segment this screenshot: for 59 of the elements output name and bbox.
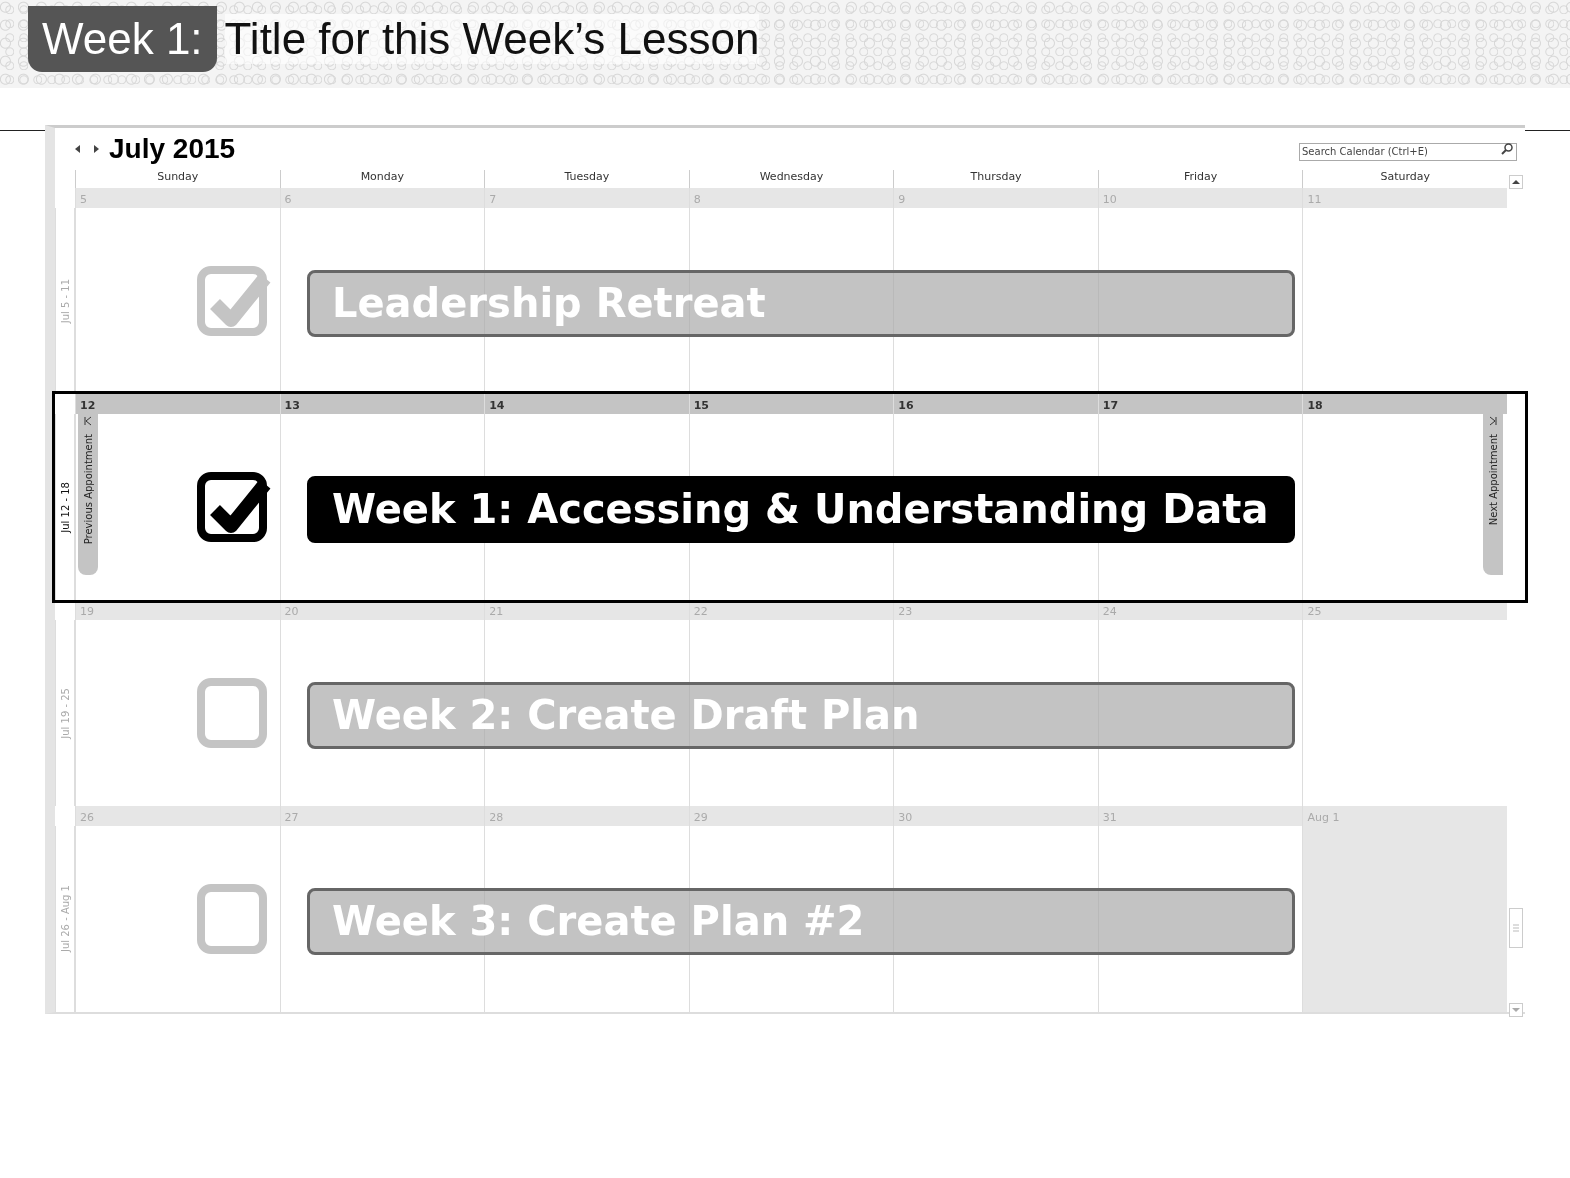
day-cell[interactable]: 11	[1302, 188, 1507, 394]
day-cell[interactable]: Aug 1	[1302, 806, 1507, 1012]
week-row[interactable]: Jul 19 - 25 19 20 21 22 23 24 25 Week 2: Create Draft Plan	[55, 600, 1525, 806]
date-number: Aug 1	[1306, 810, 1341, 826]
date-number: 12	[79, 398, 97, 414]
date-number: 5	[79, 192, 88, 208]
last-arrow-icon	[1488, 416, 1498, 426]
date-number: 24	[1101, 604, 1118, 620]
date-number: 19	[79, 604, 95, 620]
week-row[interactable]: Jul 5 - 11 5 6 7 8 9 10 11 Leadership Retreat	[55, 188, 1525, 394]
date-number: 14	[488, 398, 506, 414]
date-number: 29	[692, 810, 709, 826]
event-bar[interactable]: Week 1: Accessing & Understanding Data	[307, 475, 1295, 543]
next-appointment-tab[interactable]: Next Appointment	[1483, 412, 1503, 575]
previous-arrow-icon[interactable]	[73, 143, 83, 155]
date-number: 13	[283, 398, 301, 414]
day-cell[interactable]: 25	[1302, 600, 1507, 806]
date-number: 7	[488, 192, 498, 208]
day-cell[interactable]: 5	[75, 188, 280, 394]
date-number: 15	[692, 398, 710, 414]
search-field[interactable]: Search Calendar (Ctrl+E)	[1299, 142, 1517, 161]
date-number: 30	[897, 810, 914, 826]
slide-title: Title for this Week’s Lesson	[224, 14, 760, 64]
date-number: 25	[1306, 604, 1323, 620]
date-number: 23	[897, 604, 914, 620]
date-number: 8	[692, 192, 702, 208]
date-number: 11	[1306, 192, 1323, 208]
previous-appointment-tab[interactable]: Previous Appointment	[78, 412, 98, 575]
event-bar[interactable]: Leadership Retreat	[307, 269, 1295, 337]
date-number: 6	[283, 192, 293, 208]
next-arrow-icon[interactable]	[91, 143, 101, 155]
date-number: 17	[1101, 398, 1120, 414]
date-number: 18	[1306, 398, 1324, 414]
day-cell[interactable]: 26	[75, 806, 280, 1012]
date-number: 28	[488, 810, 505, 826]
week-range-label: Jul 26 - Aug 1	[59, 885, 71, 953]
date-number: 9	[897, 192, 907, 208]
first-arrow-icon	[83, 416, 93, 426]
date-number: 10	[1101, 192, 1118, 208]
week-row[interactable]: Jul 12 - 18 12 13 14 15 16 17 18 Week 1: Accessing & Understanding Data Previous Appointment Next Appointment	[55, 394, 1525, 600]
week-badge: Week 1:	[28, 6, 217, 72]
event-bar[interactable]: Week 3: Create Plan #2	[307, 887, 1295, 955]
event-bar[interactable]: Week 2: Create Draft Plan	[307, 681, 1295, 749]
day-cell[interactable]: 19	[75, 600, 280, 806]
date-number: 31	[1101, 810, 1118, 826]
month-title: July 2015	[109, 133, 236, 165]
week-row[interactable]: Jul 26 - Aug 1 26 27 28 29 30 31 Aug 1 Week 3: Create Plan #2	[55, 806, 1525, 1012]
date-number: 27	[283, 810, 300, 826]
scroll-up-icon[interactable]	[1509, 175, 1523, 189]
date-number: 20	[283, 604, 300, 620]
scroll-thumb[interactable]	[1509, 908, 1523, 948]
week-range-label: Jul 12 - 18	[59, 481, 71, 533]
date-number: 16	[897, 398, 915, 414]
search-icon[interactable]	[1500, 142, 1514, 156]
date-number: 22	[692, 604, 709, 620]
week-range-label: Jul 5 - 11	[59, 278, 71, 324]
week-range-label: Jul 19 - 25	[59, 687, 71, 739]
date-number: 26	[79, 810, 95, 826]
date-number: 21	[488, 604, 505, 620]
